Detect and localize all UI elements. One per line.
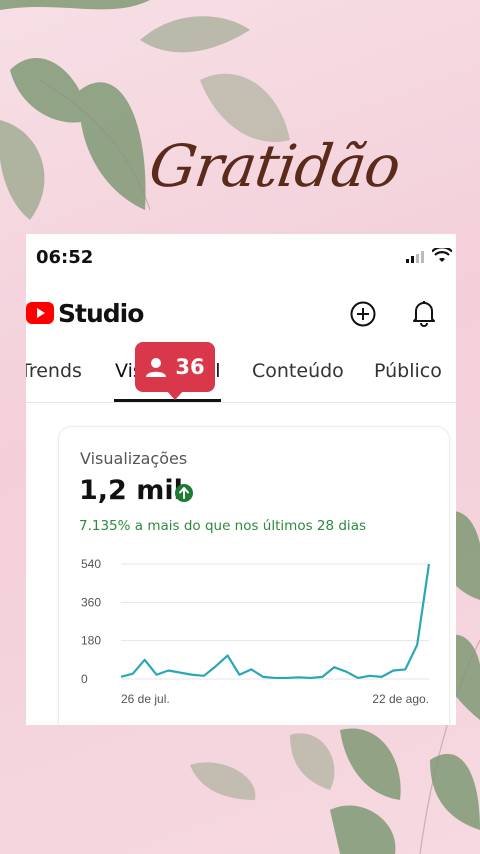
views-chart: 0 180 360 540 26 de jul. 22 de ago. xyxy=(81,557,431,706)
person-icon xyxy=(146,358,167,377)
bell-icon[interactable] xyxy=(411,298,437,328)
status-bar: 06:52 xyxy=(26,234,456,278)
tab-content[interactable]: Conteúdo xyxy=(252,360,344,382)
x-start-label: 26 de jul. xyxy=(121,692,170,706)
views-series-line xyxy=(120,563,431,680)
viewer-badge: 36 xyxy=(135,342,215,392)
tab-bar: Trends Visão geral Conteúdo Público xyxy=(26,352,456,403)
status-time: 06:52 xyxy=(36,247,94,268)
views-card[interactable]: Visualizações 1,2 mil 7.135% a mais do q… xyxy=(58,426,450,725)
tab-audience[interactable]: Público xyxy=(374,360,442,382)
x-end-label: 22 de ago. xyxy=(372,692,429,706)
brand-label: Studio xyxy=(58,299,144,328)
overlay-title: Gratidão xyxy=(145,132,404,200)
card-delta: 7.135% a mais do que nos últimos 28 dias xyxy=(79,518,366,534)
phone-screen: 06:52 Studio Trends Visão xyxy=(26,234,456,725)
card-title: Visualizações xyxy=(80,449,188,468)
y-tick-label: 540 xyxy=(81,557,101,571)
card-value: 1,2 mil xyxy=(79,475,183,506)
y-tick-label: 360 xyxy=(81,595,101,609)
add-icon[interactable] xyxy=(349,300,377,328)
arrow-up-icon xyxy=(175,484,193,502)
youtube-logo-icon xyxy=(26,302,54,324)
viewer-count: 36 xyxy=(175,355,205,379)
y-tick-label: 180 xyxy=(81,634,101,648)
y-tick-label: 0 xyxy=(81,672,88,686)
wifi-icon xyxy=(432,248,452,262)
tab-trends[interactable]: Trends xyxy=(26,360,82,382)
signal-icon xyxy=(406,251,424,263)
app-header: Studio xyxy=(26,294,456,334)
badge-pointer xyxy=(166,390,184,400)
